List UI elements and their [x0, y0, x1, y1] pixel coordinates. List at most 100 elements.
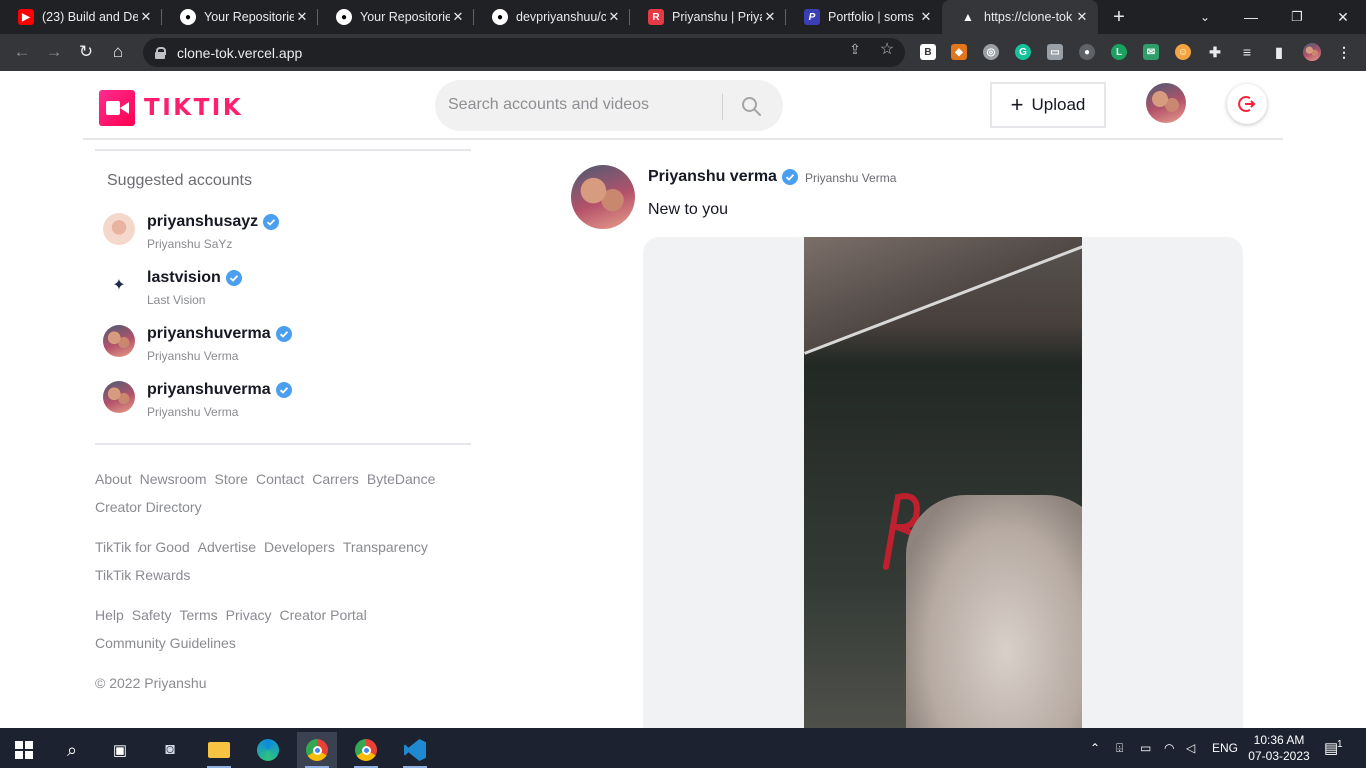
clock[interactable]: 10:36 AM 07-03-2023 [1246, 732, 1312, 764]
home-icon[interactable]: ⌂ [106, 40, 130, 64]
profile-avatar[interactable] [1303, 43, 1321, 61]
footer-link[interactable]: Advertise [198, 539, 256, 555]
extension-mail-icon[interactable]: ✉ [1143, 44, 1159, 60]
footer-link[interactable]: Community Guidelines [95, 635, 236, 651]
side-panel-icon[interactable]: ▮ [1271, 44, 1287, 60]
address-bar[interactable]: clone-tok.vercel.app [143, 38, 905, 67]
footer-link[interactable]: About [95, 471, 132, 487]
windows-start-icon[interactable] [4, 732, 44, 768]
suggested-account[interactable]: priyanshusayz Priyanshu SaYz [103, 213, 463, 263]
close-icon[interactable]: ✕ [1074, 9, 1090, 25]
share-icon[interactable]: ⇪ [846, 40, 864, 58]
footer-links-group-3: Help Safety Terms Privacy Creator Portal Comm… [95, 601, 471, 657]
extension-l-icon[interactable]: L [1111, 44, 1127, 60]
tab-clone-tok[interactable]: ▲ https://clone-tok ✕ [942, 0, 1098, 34]
tab-repositories-1[interactable]: ● Your Repositories ✕ [162, 0, 318, 34]
footer-link[interactable]: TikTik Rewards [95, 567, 190, 583]
chrome-menu-icon[interactable]: ⋮ [1336, 44, 1352, 60]
search-icon[interactable] [741, 96, 761, 116]
extension-window-icon[interactable]: ▭ [1047, 44, 1063, 60]
footer-link[interactable]: Safety [132, 607, 172, 623]
footer-link[interactable]: Newsroom [140, 471, 207, 487]
footer-link[interactable]: Developers [264, 539, 335, 555]
footer-link[interactable]: Contact [256, 471, 304, 487]
footer-link[interactable]: Transparency [343, 539, 428, 555]
extensions-puzzle-icon[interactable]: ✚ [1207, 44, 1223, 60]
suggested-account[interactable]: priyanshuverma Priyanshu Verma [103, 381, 463, 431]
media-control-icon[interactable]: ≡ [1239, 44, 1255, 60]
close-icon[interactable]: ✕ [450, 9, 466, 25]
suggested-account[interactable]: ✦ lastvision Last Vision [103, 269, 463, 319]
reload-icon[interactable]: ↻ [74, 40, 98, 64]
grammarly-icon[interactable]: G [1015, 44, 1031, 60]
footer-link[interactable]: Creator Portal [280, 607, 367, 623]
search-icon[interactable]: ⌕ [52, 732, 92, 768]
search-bar[interactable]: Search accounts and videos [435, 80, 783, 131]
meet-now-icon[interactable]: ⌹ [1116, 728, 1123, 768]
tab-youtube[interactable]: ▶ (23) Build and De ✕ [0, 0, 162, 34]
chrome-icon[interactable] [346, 732, 386, 768]
extension-b-icon[interactable]: B [920, 44, 936, 60]
github-icon: ● [336, 9, 352, 25]
tab-priyanshu[interactable]: R Priyanshu | Priyan ✕ [630, 0, 786, 34]
suggested-account[interactable]: priyanshuverma Priyanshu Verma [103, 325, 463, 375]
hand-image [906, 495, 1082, 728]
close-window-button[interactable]: ✕ [1320, 0, 1366, 34]
logo-camera-icon [99, 90, 135, 126]
new-tab-button[interactable]: + [1108, 6, 1130, 28]
close-icon[interactable]: ✕ [294, 9, 310, 25]
video-container [643, 237, 1243, 728]
suggested-accounts-title: Suggested accounts [107, 172, 252, 189]
wifi-icon[interactable]: ◠ [1164, 728, 1174, 768]
search-input[interactable]: Search accounts and videos [448, 96, 649, 114]
metamask-icon[interactable]: ◆ [951, 44, 967, 60]
copyright: © 2022 Priyanshu [95, 675, 207, 691]
tab-github-repo[interactable]: ● devpriyanshuu/cl ✕ [474, 0, 630, 34]
restore-button[interactable]: ❐ [1274, 0, 1320, 34]
file-explorer-icon[interactable] [199, 732, 239, 768]
chrome-icon[interactable] [297, 732, 337, 768]
logout-icon [1238, 96, 1256, 112]
task-view-icon[interactable]: ▣ [100, 732, 140, 768]
bookmark-star-icon[interactable]: ☆ [878, 40, 896, 58]
tab-repositories-2[interactable]: ● Your Repositories ✕ [318, 0, 474, 34]
close-icon[interactable]: ✕ [606, 9, 622, 25]
extension-dots-icon[interactable]: ● [1079, 44, 1095, 60]
tab-search-icon[interactable]: ⌄ [1182, 0, 1228, 34]
post-author-avatar[interactable] [571, 165, 635, 229]
github-icon: ● [180, 9, 196, 25]
footer-link[interactable]: Help [95, 607, 124, 623]
language-indicator[interactable]: ENG [1212, 728, 1238, 768]
footer-link[interactable]: Carrers [312, 471, 359, 487]
footer-link[interactable]: TikTik for Good [95, 539, 190, 555]
edge-icon[interactable] [248, 732, 288, 768]
site-header: TIKTIK Search accounts and videos + Uplo… [83, 71, 1283, 140]
extension-person-icon[interactable]: ☺ [1175, 44, 1191, 60]
battery-icon[interactable]: ▭ [1140, 728, 1151, 768]
minimize-button[interactable]: — [1228, 0, 1274, 34]
footer-link[interactable]: Privacy [226, 607, 272, 623]
volume-icon[interactable]: ◁ [1186, 728, 1195, 768]
show-hidden-icons[interactable]: ⌃ [1090, 728, 1100, 768]
globe-icon[interactable]: ◎ [983, 44, 999, 60]
close-icon[interactable]: ✕ [138, 9, 154, 25]
post-author-name[interactable]: Priyanshu verma [648, 168, 798, 186]
tab-portfolio[interactable]: P Portfolio | soms ✕ [786, 0, 942, 34]
footer-links-group-1: About Newsroom Store Contact Carrers ByteDanc… [95, 465, 471, 521]
footer-link[interactable]: Creator Directory [95, 499, 202, 515]
camera-icon[interactable]: ◙ [150, 732, 190, 768]
footer-link[interactable]: ByteDance [367, 471, 435, 487]
tiktik-logo[interactable]: TIKTIK [99, 90, 243, 126]
upload-button[interactable]: + Upload [990, 82, 1106, 128]
footer-link[interactable]: Store [215, 471, 248, 487]
vscode-icon[interactable] [395, 732, 435, 768]
user-avatar[interactable] [1146, 83, 1186, 123]
close-icon[interactable]: ✕ [918, 9, 934, 25]
close-icon[interactable]: ✕ [762, 9, 778, 25]
logout-button[interactable] [1227, 84, 1267, 124]
video-player[interactable] [804, 237, 1082, 728]
forward-icon[interactable]: → [42, 40, 66, 64]
verified-icon [225, 270, 242, 286]
back-icon[interactable]: ← [10, 40, 34, 64]
footer-link[interactable]: Terms [180, 607, 218, 623]
